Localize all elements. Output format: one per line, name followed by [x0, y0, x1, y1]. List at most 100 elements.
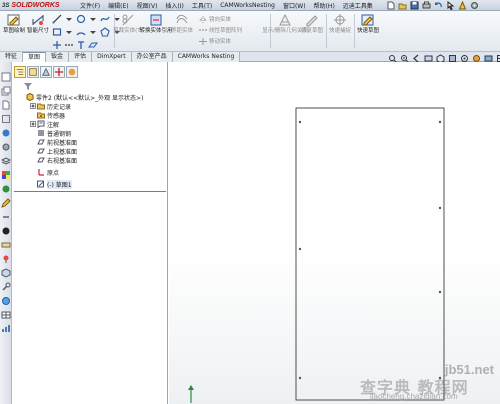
tab-dimxpert[interactable]: DimXpert: [92, 52, 132, 62]
ruler-icon[interactable]: [1, 240, 11, 250]
options-gear-icon[interactable]: [470, 1, 479, 10]
menu-maidi-tools[interactable]: 迈迪工具集: [339, 1, 377, 10]
sketch-point[interactable]: [438, 206, 442, 210]
sketch-rectangle[interactable]: [295, 107, 445, 401]
exit-sketch-button[interactable]: 草图绘制: [2, 13, 26, 34]
display-manager-tab-icon[interactable]: [66, 66, 78, 78]
trim-entities-button[interactable]: 剪裁实体(T): [113, 13, 143, 34]
undo-icon[interactable]: [434, 1, 443, 10]
quick-snaps-button[interactable]: 快速捕捉: [328, 13, 352, 34]
layers-icon[interactable]: [1, 156, 11, 166]
document-icon[interactable]: [1, 100, 11, 110]
sketch-point[interactable]: [298, 247, 302, 251]
dropdown-arrow-icon[interactable]: [88, 27, 98, 37]
menu-help[interactable]: 帮助(H): [310, 1, 339, 10]
table-icon[interactable]: [1, 310, 11, 320]
open-folder-icon[interactable]: [398, 1, 407, 10]
rollback-bar[interactable]: [14, 191, 166, 192]
tab-evaluate[interactable]: 评估: [69, 52, 93, 62]
centerpoint-arc-icon[interactable]: [76, 27, 86, 37]
graphics-area[interactable]: [169, 62, 500, 404]
menu-camworks-nesting[interactable]: CAMWorksNesting: [216, 2, 279, 9]
tab-sheet-metal[interactable]: 钣金: [46, 52, 70, 62]
frame-icon[interactable]: [1, 114, 11, 124]
rectangle-icon[interactable]: [52, 27, 62, 37]
sketch-point[interactable]: [298, 120, 302, 124]
green-sphere-icon[interactable]: [1, 184, 11, 194]
text-icon[interactable]: [76, 40, 86, 50]
feature-tree-tab-icon[interactable]: [14, 66, 26, 78]
menu-view[interactable]: 视图(V): [133, 1, 162, 10]
polygon-icon[interactable]: [100, 27, 110, 37]
copy-icon[interactable]: [1, 86, 11, 96]
configuration-manager-tab-icon[interactable]: [40, 66, 52, 78]
property-manager-tab-icon[interactable]: [27, 66, 39, 78]
tree-item-sketch1[interactable]: (-) 草图1: [37, 179, 72, 189]
convert-entities-button[interactable]: 转换实体引用: [140, 13, 173, 34]
repair-sketch-button[interactable]: 修复草图: [300, 13, 324, 34]
save-icon[interactable]: [410, 1, 419, 10]
menu-insert[interactable]: 插入(I): [161, 1, 187, 10]
dimxpert-manager-tab-icon[interactable]: [53, 66, 65, 78]
sketch-canvas[interactable]: [169, 62, 500, 404]
sensor-icon: [37, 112, 45, 119]
pencil-icon[interactable]: [1, 198, 11, 208]
solidworks-logo[interactable]: 3S SOLIDWORKS: [2, 1, 60, 10]
display-relations-button[interactable]: 显示/删除几何关系: [262, 13, 308, 34]
tree-item-annotations[interactable]: 注解: [30, 120, 59, 129]
cube-icon[interactable]: [1, 268, 11, 278]
rapid-sketch-button[interactable]: 快速草图: [356, 13, 380, 34]
tree-item-material[interactable]: 普通钢钢: [37, 129, 71, 138]
line-icon[interactable]: [52, 14, 62, 24]
offset-entities-button[interactable]: 等距实体: [170, 13, 194, 34]
tree-item-history[interactable]: 历史记录: [30, 102, 71, 111]
pushpin-icon[interactable]: [1, 254, 11, 264]
tree-root-part[interactable]: 零件2 (默认<<默认>_外观 显示状态>): [26, 93, 143, 102]
gear-icon[interactable]: [1, 142, 11, 152]
smart-dimension-button[interactable]: 智能尺寸: [26, 13, 50, 34]
origin-icon: [38, 169, 44, 176]
dropdown-arrow-icon[interactable]: [88, 14, 98, 24]
menu-edit[interactable]: 编辑(E): [104, 1, 132, 10]
tab-features[interactable]: 特征: [0, 52, 24, 62]
color-palette-icon[interactable]: [1, 170, 11, 180]
menu-file[interactable]: 文件(F): [76, 1, 104, 10]
filter-icon[interactable]: [24, 82, 32, 90]
black-circle-icon[interactable]: [1, 226, 11, 236]
tree-item-sensors[interactable]: 传感器: [37, 111, 65, 120]
spline-icon[interactable]: [100, 14, 110, 24]
dropdown-arrow-icon[interactable]: [64, 14, 74, 24]
point-icon[interactable]: [52, 40, 62, 50]
tree-item-front-plane[interactable]: 前视基准面: [37, 138, 77, 147]
move-entities-button[interactable]: 移动实体: [199, 37, 231, 45]
globe-icon[interactable]: [1, 296, 11, 306]
menu-tools[interactable]: 工具(T): [188, 1, 216, 10]
centerline-icon[interactable]: [64, 40, 74, 50]
tree-item-top-plane[interactable]: 上视基准面: [37, 147, 77, 156]
select-pointer-icon[interactable]: [446, 1, 455, 10]
tab-sketch[interactable]: 草图: [23, 52, 47, 62]
expand-icon[interactable]: [30, 121, 36, 127]
sketch-point[interactable]: [298, 376, 302, 380]
rebuild-icon[interactable]: [458, 1, 467, 10]
sketch-point[interactable]: [438, 290, 442, 294]
tree-item-origin[interactable]: 原点: [37, 168, 59, 177]
tree-item-right-plane[interactable]: 右视基准面: [37, 156, 77, 165]
tab-camworks-nesting[interactable]: CAMWorks Nesting: [172, 52, 241, 62]
circle-icon[interactable]: [76, 14, 86, 24]
sketch-tool-icon[interactable]: [1, 72, 11, 82]
new-document-icon[interactable]: [386, 1, 395, 10]
wrench-icon[interactable]: [1, 282, 11, 292]
link-icon[interactable]: [1, 212, 11, 222]
plane-icon[interactable]: [88, 40, 98, 50]
chart-icon[interactable]: [1, 324, 11, 334]
sketch-point[interactable]: [438, 120, 442, 124]
dropdown-arrow-icon[interactable]: [64, 27, 74, 37]
print-icon[interactable]: [422, 1, 431, 10]
linear-pattern-button[interactable]: 线性草图阵列: [199, 26, 242, 34]
tab-office-products[interactable]: 办公室产品: [131, 52, 173, 62]
menu-window[interactable]: 窗口(W): [279, 1, 310, 10]
expand-icon[interactable]: [30, 103, 36, 109]
mirror-entities-button[interactable]: 镜向实体: [199, 15, 231, 23]
blue-sphere-icon[interactable]: [1, 128, 11, 138]
